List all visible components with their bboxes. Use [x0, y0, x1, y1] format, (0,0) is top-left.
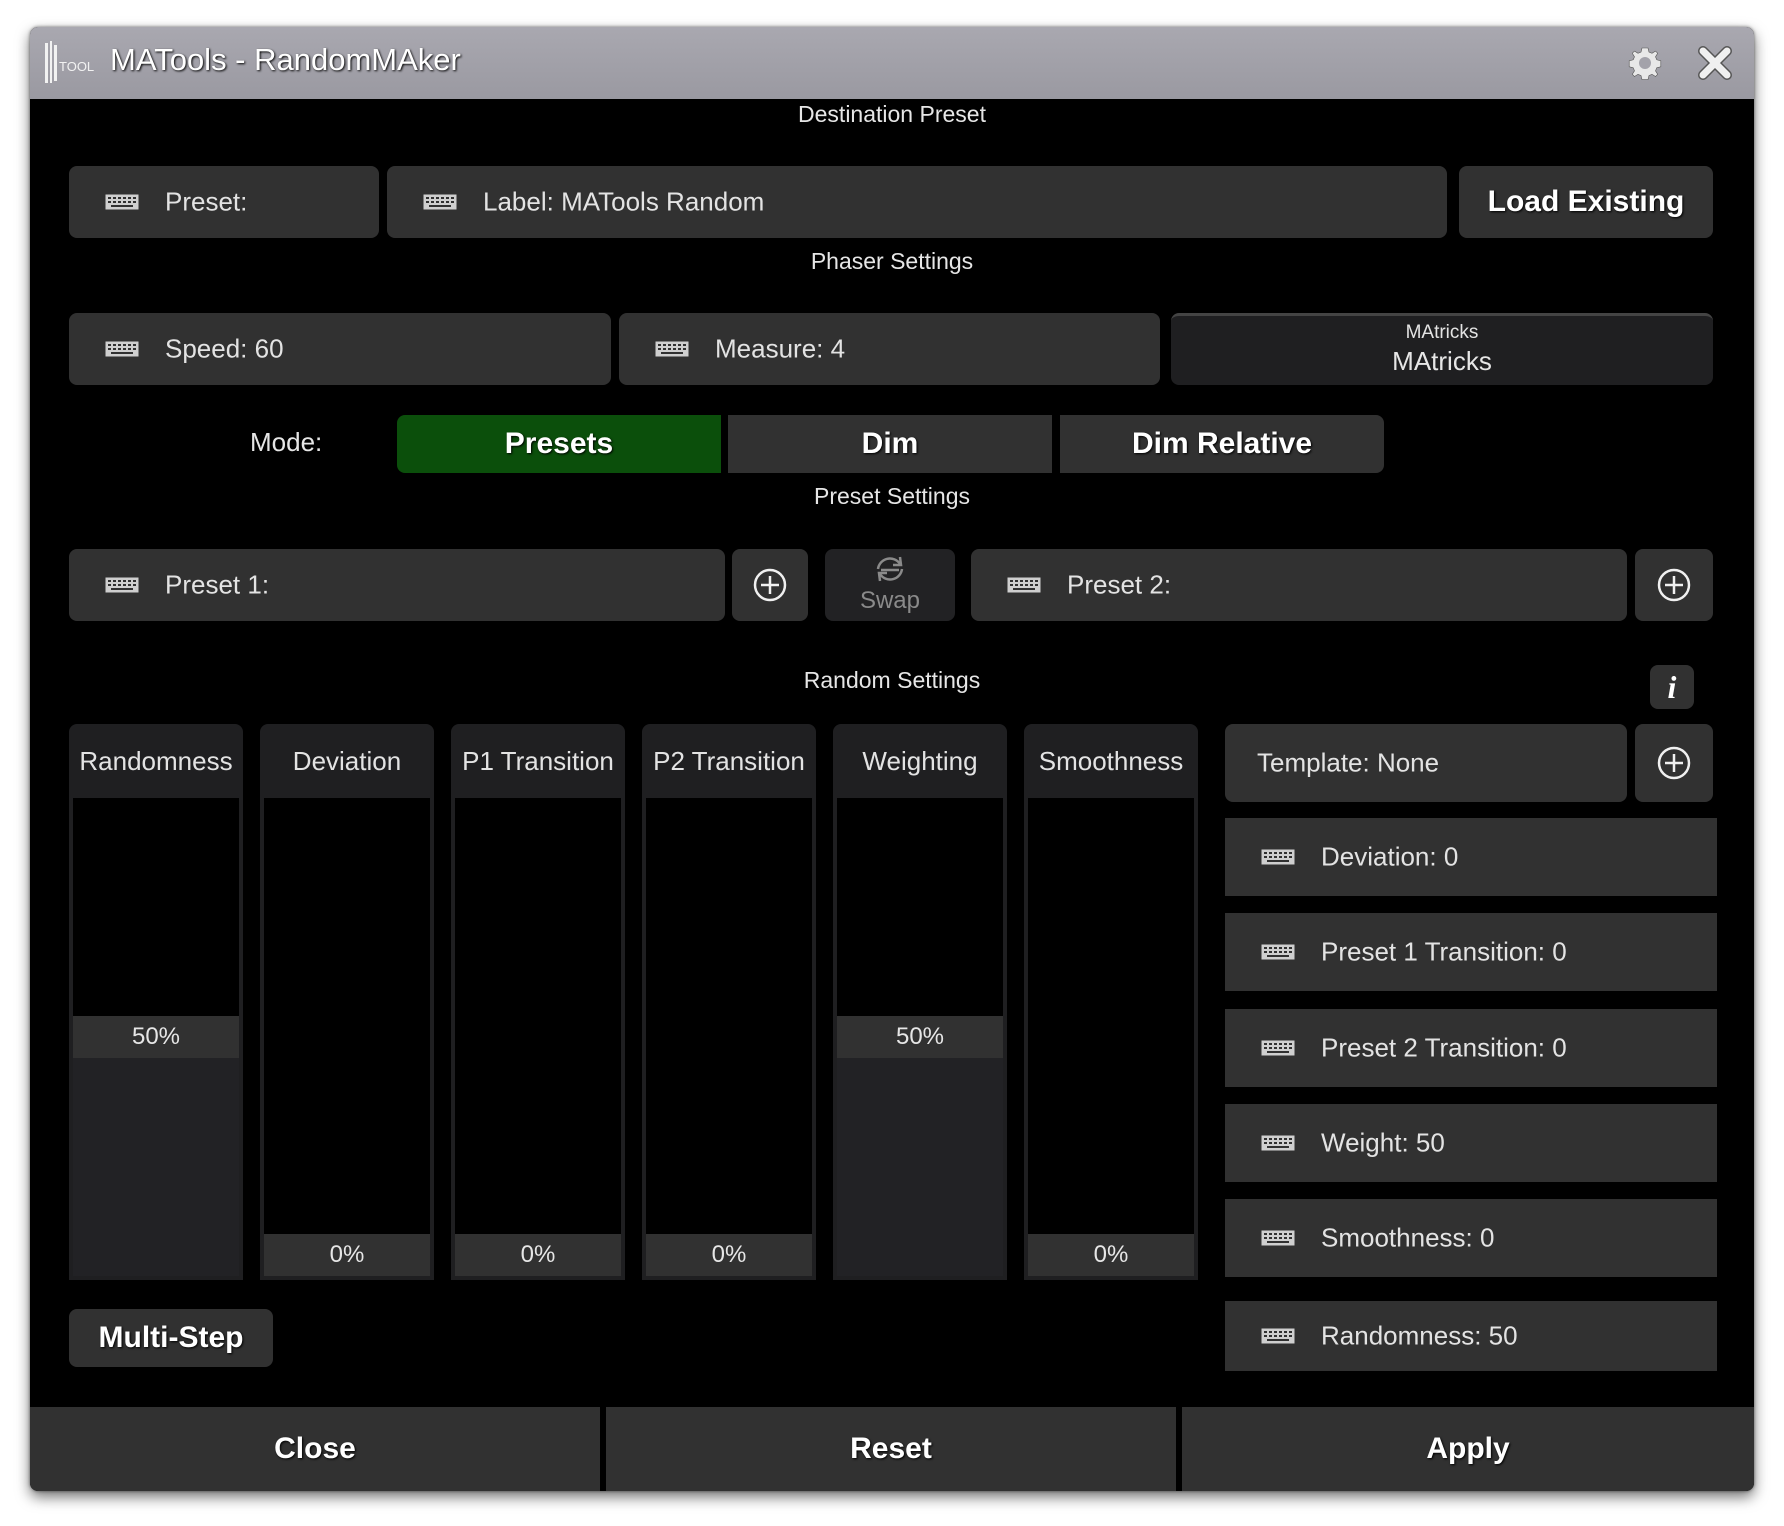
- fader-value[interactable]: 50%: [73, 1016, 239, 1058]
- keyboard-icon: [655, 341, 689, 357]
- random-settings-heading: Random Settings: [803, 667, 981, 693]
- fader-randomness[interactable]: Randomness 50%: [69, 724, 243, 1280]
- preset-field-label: Preset:: [165, 186, 248, 217]
- field-text: Randomness: 50: [1321, 1320, 1518, 1351]
- fader-value[interactable]: 0%: [1028, 1234, 1194, 1276]
- fader-label: Deviation: [292, 746, 402, 776]
- label-field-value: Label: MATools Random: [483, 186, 765, 217]
- speed-field[interactable]: Speed: 60: [69, 313, 611, 385]
- preset1-transition-field[interactable]: Preset 1 Transition: 0: [1225, 913, 1717, 991]
- preset-field[interactable]: Preset:: [69, 166, 379, 238]
- fader-p2-transition[interactable]: P2 Transition 0%: [642, 724, 816, 1280]
- mode-dim-button[interactable]: Dim: [728, 415, 1052, 473]
- preset2-field-label: Preset 2:: [1067, 569, 1172, 600]
- load-existing-button[interactable]: Load Existing: [1459, 166, 1713, 238]
- reset-button[interactable]: Reset: [606, 1407, 1176, 1491]
- destination-preset-heading: Destination Preset: [798, 101, 986, 127]
- measure-field-value: Measure: 4: [715, 333, 846, 364]
- keyboard-icon: [1261, 1135, 1295, 1151]
- deviation-value-field[interactable]: Deviation: 0: [1225, 818, 1717, 896]
- window-title: MATools - RandomMAker: [110, 42, 461, 77]
- mode-dim-relative-button[interactable]: Dim Relative: [1060, 415, 1384, 473]
- matricks-button[interactable]: MAtricks MAtricks: [1171, 313, 1713, 385]
- measure-field[interactable]: Measure: 4: [619, 313, 1160, 385]
- close-icon[interactable]: [1695, 43, 1735, 83]
- preset2-field[interactable]: Preset 2:: [971, 549, 1627, 621]
- close-button[interactable]: Close: [30, 1407, 600, 1491]
- apply-button[interactable]: Apply: [1182, 1407, 1754, 1491]
- fader-value[interactable]: 0%: [646, 1234, 812, 1276]
- randommaker-window: TOOLS MATools - RandomMAker Destination …: [30, 27, 1754, 1491]
- fader-label: P2 Transition: [653, 746, 805, 776]
- keyboard-icon: [1261, 944, 1295, 960]
- swap-button[interactable]: Swap: [825, 549, 955, 621]
- fader-value[interactable]: 0%: [455, 1234, 621, 1276]
- preset1-field[interactable]: Preset 1:: [69, 549, 725, 621]
- fader-track[interactable]: 0%: [646, 798, 812, 1276]
- template-add-button[interactable]: [1635, 724, 1713, 802]
- keyboard-icon: [105, 577, 139, 593]
- fader-deviation[interactable]: Deviation 0%: [260, 724, 434, 1280]
- fader-label: Randomness: [79, 746, 233, 776]
- plus-circle-icon: [1657, 568, 1691, 602]
- preset1-field-label: Preset 1:: [165, 569, 270, 600]
- template-field[interactable]: Template: None: [1225, 724, 1627, 802]
- field-text: Preset 2 Transition: 0: [1321, 1032, 1567, 1063]
- preset-settings-heading: Preset Settings: [814, 483, 970, 509]
- info-button[interactable]: i: [1650, 665, 1694, 709]
- phaser-settings-heading: Phaser Settings: [810, 248, 974, 274]
- matricks-title: MAtricks: [1405, 322, 1479, 343]
- swap-label: Swap: [859, 587, 921, 614]
- logo-text: TOOLS: [59, 59, 94, 74]
- fader-p1-transition[interactable]: P1 Transition 0%: [451, 724, 625, 1280]
- smoothness-field[interactable]: Smoothness: 0: [1225, 1199, 1717, 1277]
- preset1-add-button[interactable]: [732, 549, 808, 621]
- fader-track[interactable]: 50%: [73, 798, 239, 1276]
- fader-weighting[interactable]: Weighting 50%: [833, 724, 1007, 1280]
- keyboard-icon: [1261, 1040, 1295, 1056]
- preset2-add-button[interactable]: [1635, 549, 1713, 621]
- keyboard-icon: [1261, 1230, 1295, 1246]
- title-bar[interactable]: TOOLS MATools - RandomMAker: [30, 27, 1754, 99]
- fader-label: Smoothness: [1038, 746, 1184, 776]
- randomness-field[interactable]: Randomness: 50: [1225, 1301, 1717, 1371]
- fader-label: Weighting: [862, 746, 978, 776]
- fader-label: P1 Transition: [462, 746, 614, 776]
- speed-field-value: Speed: 60: [165, 333, 284, 364]
- keyboard-icon: [1261, 849, 1295, 865]
- mode-label: Mode:: [250, 427, 323, 457]
- fader-track[interactable]: 0%: [264, 798, 430, 1276]
- fader-value[interactable]: 50%: [837, 1016, 1003, 1058]
- fader-track[interactable]: 0%: [1028, 798, 1194, 1276]
- fader-value[interactable]: 0%: [264, 1234, 430, 1276]
- keyboard-icon: [1007, 577, 1041, 593]
- fader-smoothness[interactable]: Smoothness 0%: [1024, 724, 1198, 1280]
- keyboard-icon: [105, 341, 139, 357]
- keyboard-icon: [423, 194, 457, 210]
- keyboard-icon: [1261, 1328, 1295, 1344]
- field-text: Preset 1 Transition: 0: [1321, 936, 1567, 967]
- keyboard-icon: [105, 194, 139, 210]
- fader-track[interactable]: 50%: [837, 798, 1003, 1276]
- weight-field[interactable]: Weight: 50: [1225, 1104, 1717, 1182]
- plus-circle-icon: [1657, 746, 1691, 780]
- field-text: Deviation: 0: [1321, 841, 1459, 872]
- plus-circle-icon: [753, 568, 787, 602]
- matools-logo: TOOLS: [45, 41, 94, 83]
- field-text: Weight: 50: [1321, 1127, 1445, 1158]
- template-field-value: Template: None: [1257, 747, 1440, 778]
- fader-track[interactable]: 0%: [455, 798, 621, 1276]
- matricks-value: MAtricks: [1392, 346, 1492, 376]
- gear-icon[interactable]: [1625, 43, 1665, 83]
- label-field[interactable]: Label: MATools Random: [387, 166, 1447, 238]
- field-text: Smoothness: 0: [1321, 1222, 1495, 1253]
- preset2-transition-field[interactable]: Preset 2 Transition: 0: [1225, 1009, 1717, 1087]
- mode-presets-button[interactable]: Presets: [397, 415, 721, 473]
- multi-step-button[interactable]: Multi-Step: [69, 1309, 273, 1367]
- swap-icon: [876, 556, 904, 582]
